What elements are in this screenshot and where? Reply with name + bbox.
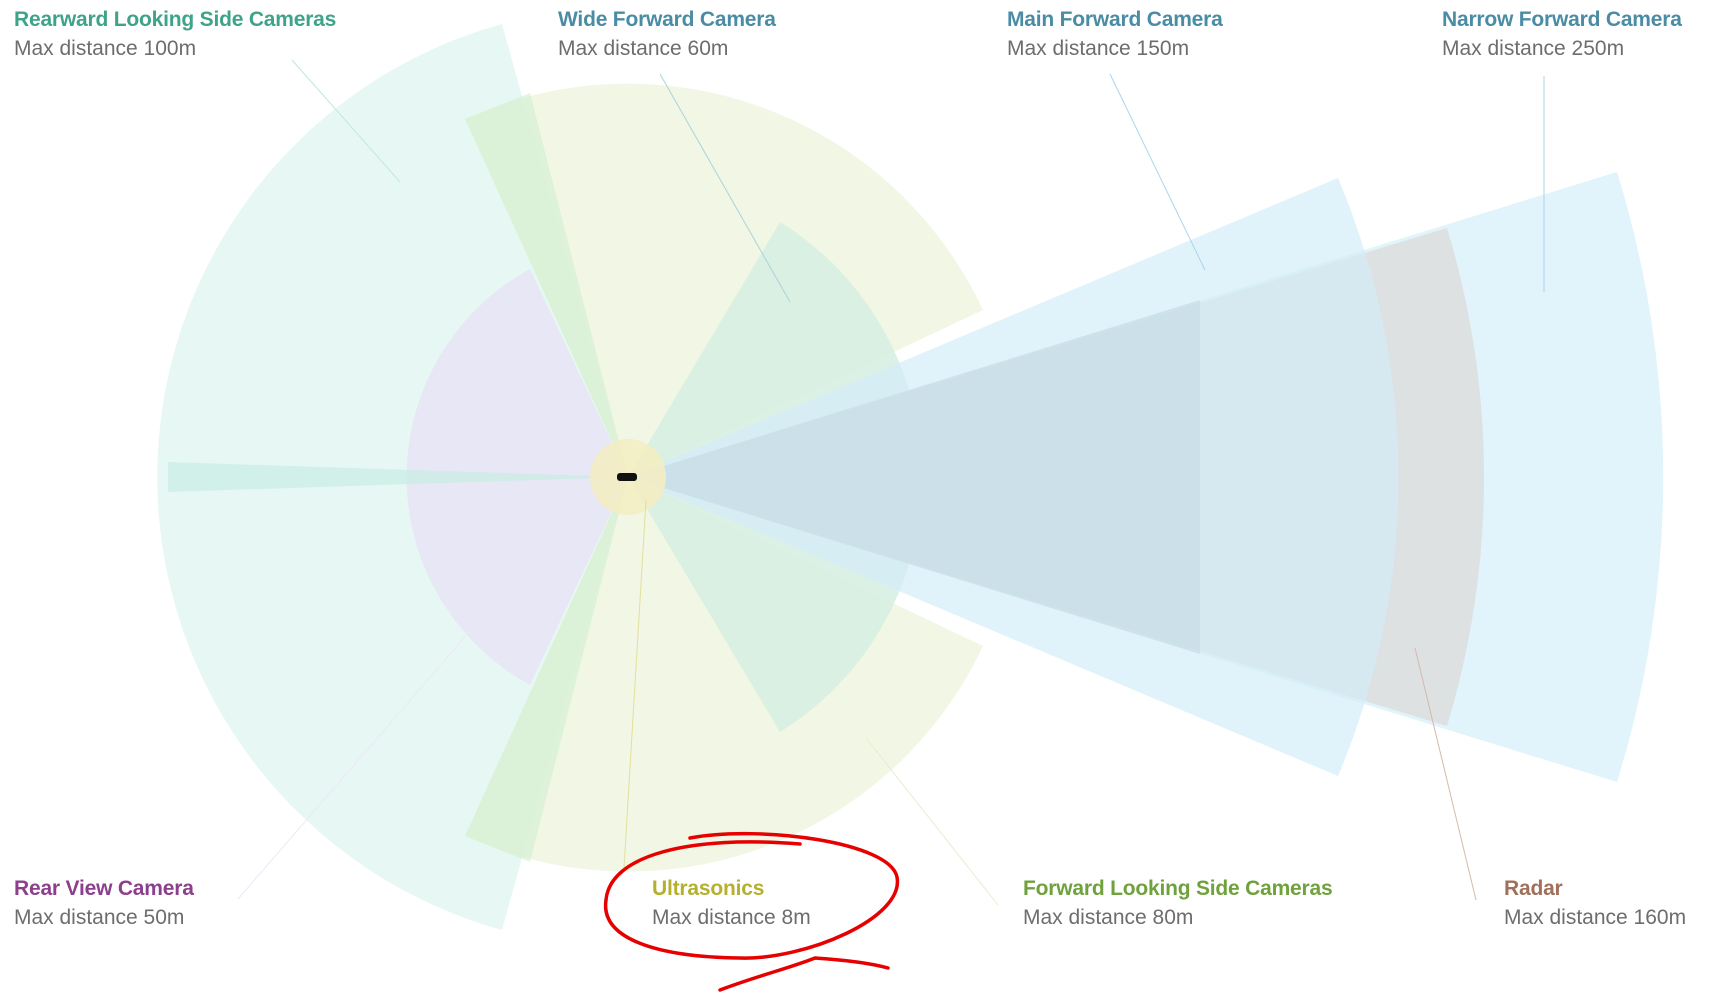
red-annotation-tail [718,956,890,992]
car-icon [617,473,637,481]
sensor-name: Rearward Looking Side Cameras [14,8,337,31]
sensor-distance: Max distance 160m [1504,906,1687,929]
sensor-distance: Max distance 50m [14,906,185,929]
label-rearward-side-cameras: Rearward Looking Side Cameras Max distan… [14,9,336,59]
sensor-name: Radar [1504,877,1563,900]
sensor-name: Ultrasonics [652,877,765,900]
sensor-distance: Max distance 150m [1007,37,1190,60]
label-radar: Radar Max distance 160m [1504,878,1686,928]
sensor-distance: Max distance 8m [652,906,811,929]
label-main-forward-camera: Main Forward Camera Max distance 150m [1007,9,1223,59]
sensor-name: Narrow Forward Camera [1442,8,1682,31]
sensor-coverage-diagram [157,24,1664,992]
label-narrow-forward-camera: Narrow Forward Camera Max distance 250m [1442,9,1682,59]
sensor-name: Forward Looking Side Cameras [1023,877,1333,900]
label-ultrasonics: Ultrasonics Max distance 8m [652,878,811,928]
sensor-name: Wide Forward Camera [558,8,776,31]
label-rear-view-camera: Rear View Camera Max distance 50m [14,878,194,928]
sensor-name: Main Forward Camera [1007,8,1223,31]
sensor-distance: Max distance 80m [1023,906,1194,929]
label-forward-side-cameras: Forward Looking Side Cameras Max distanc… [1023,877,1333,929]
label-wide-forward-camera: Wide Forward Camera Max distance 60m [558,9,776,59]
sensor-name: Rear View Camera [14,877,194,900]
sensor-distance: Max distance 250m [1442,37,1625,60]
leader-fwdside [865,737,999,906]
sensor-distance: Max distance 100m [14,37,197,60]
sensor-distance: Max distance 60m [558,37,729,60]
leader-main [1109,73,1206,271]
